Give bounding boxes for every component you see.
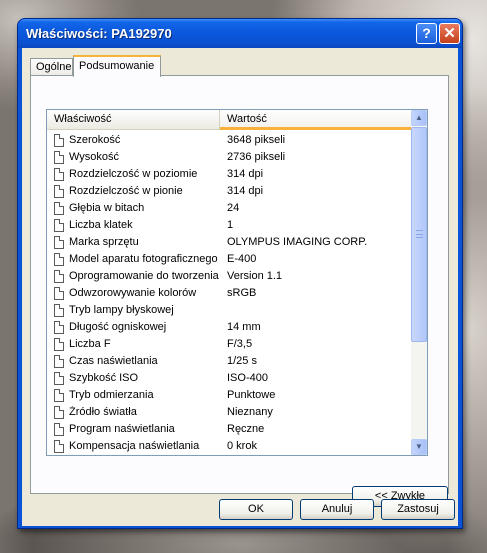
list-item[interactable] — [47, 455, 411, 456]
property-value: 14 mm — [227, 321, 261, 333]
property-name: Wysokość — [69, 151, 120, 163]
property-name: Odwzorowywanie kolorów — [69, 287, 197, 299]
document-icon — [54, 202, 64, 215]
scroll-down-button[interactable]: ▼ — [411, 439, 427, 455]
document-icon — [54, 168, 64, 181]
cancel-button[interactable]: Anuluj — [300, 499, 374, 520]
property-value: E-400 — [227, 253, 257, 265]
property-value: 24 — [227, 202, 240, 214]
list-item[interactable]: Odwzorowywanie kolorów sRGB — [47, 285, 411, 302]
property-value: 314 dpi — [227, 168, 264, 180]
list-item[interactable]: Tryb lampy błyskowej — [47, 302, 411, 319]
list-item[interactable]: Źródło światła Nieznany — [47, 404, 411, 421]
list-item[interactable]: Kompensacja naświetlania 0 krok — [47, 438, 411, 455]
list-item[interactable]: Szerokość 3648 pikseli — [47, 132, 411, 149]
list-item[interactable]: Model aparatu fotograficznego E-400 — [47, 251, 411, 268]
list-header: Właściwość Wartość — [47, 110, 411, 130]
document-icon — [54, 389, 64, 402]
property-name: Marka sprzętu — [69, 236, 139, 248]
scroll-up-button[interactable]: ▲ — [411, 110, 427, 126]
property-value: Nieznany — [227, 406, 273, 418]
property-name: Długość ogniskowej — [69, 321, 167, 333]
list-item[interactable]: Rozdzielczość w pionie 314 dpi — [47, 183, 411, 200]
document-icon — [54, 151, 64, 164]
document-icon — [54, 185, 64, 198]
tab-summary[interactable]: Podsumowanie — [73, 55, 161, 77]
document-icon — [54, 440, 64, 453]
property-value: 3648 pikseli — [227, 134, 286, 146]
property-value: 1 — [227, 219, 234, 231]
property-name: Kompensacja naświetlania — [69, 440, 200, 452]
document-icon — [54, 270, 64, 283]
property-name: Głębia w bitach — [69, 202, 145, 214]
document-icon — [54, 321, 64, 334]
property-value: F/3,5 — [227, 338, 253, 350]
document-icon — [54, 338, 64, 351]
property-value: Punktowe — [227, 389, 276, 401]
property-value: OLYMPUS IMAGING CORP. — [227, 236, 368, 248]
document-icon — [54, 355, 64, 368]
property-value: 2736 pikseli — [227, 151, 286, 163]
document-icon — [54, 372, 64, 385]
property-name: Tryb odmierzania — [69, 389, 154, 401]
property-name: Rozdzielczość w pionie — [69, 185, 183, 197]
property-name: Oprogramowanie do tworzenia — [69, 270, 219, 282]
dialog-client: Ogólne Podsumowanie Właściwość Wartość S… — [22, 48, 458, 526]
property-value: 1/25 s — [227, 355, 257, 367]
property-value: Version 1.1 — [227, 270, 283, 282]
property-value: 0 krok — [227, 440, 257, 452]
property-name: Program naświetlania — [69, 423, 175, 435]
document-icon — [54, 423, 64, 436]
list-item[interactable]: Rozdzielczość w poziomie 314 dpi — [47, 166, 411, 183]
apply-button[interactable]: Zastosuj — [381, 499, 455, 520]
ok-button[interactable]: OK — [219, 499, 293, 520]
tab-general[interactable]: Ogólne — [30, 58, 73, 76]
property-name: Tryb lampy błyskowej — [69, 304, 174, 316]
property-value: 314 dpi — [227, 185, 264, 197]
list-item[interactable]: Marka sprzętu OLYMPUS IMAGING CORP. — [47, 234, 411, 251]
document-icon — [54, 287, 64, 300]
properties-list[interactable]: Właściwość Wartość Szerokość 3648 pikseli… — [46, 109, 428, 456]
property-name: Szerokość — [69, 134, 121, 146]
document-icon — [54, 253, 64, 266]
properties-dialog: Właściwości: PA192970 ? ✕ Ogólne Podsumo… — [17, 18, 463, 529]
window-title: Właściwości: PA192970 — [26, 26, 172, 41]
list-item[interactable]: Liczba F F/3,5 — [47, 336, 411, 353]
list-item[interactable]: Głębia w bitach 24 — [47, 200, 411, 217]
list-item[interactable]: Czas naświetlania 1/25 s — [47, 353, 411, 370]
property-name: Rozdzielczość w poziomie — [69, 168, 198, 180]
tab-panel-summary: Właściwość Wartość Szerokość 3648 pikseli… — [30, 75, 449, 507]
help-button[interactable]: ? — [416, 23, 437, 44]
property-name: Szybkość ISO — [69, 372, 139, 384]
property-name: Liczba F — [69, 338, 111, 350]
document-icon — [54, 406, 64, 419]
property-name: Źródło światła — [69, 406, 137, 418]
document-icon — [54, 304, 64, 317]
column-header-property[interactable]: Właściwość — [47, 110, 220, 130]
list-item[interactable]: Wysokość 2736 pikseli — [47, 149, 411, 166]
document-icon — [54, 219, 64, 232]
property-value: ISO-400 — [227, 372, 268, 384]
list-item[interactable]: Program naświetlania Ręczne — [47, 421, 411, 438]
property-value: sRGB — [227, 287, 257, 299]
property-name: Czas naświetlania — [69, 355, 158, 367]
list-item[interactable]: Liczba klatek 1 — [47, 217, 411, 234]
list-item[interactable]: Szybkość ISO ISO-400 — [47, 370, 411, 387]
list-item[interactable]: Tryb odmierzania Punktowe — [47, 387, 411, 404]
property-name: Liczba klatek — [69, 219, 133, 231]
column-header-value[interactable]: Wartość — [220, 110, 411, 130]
property-value: Ręczne — [227, 423, 265, 435]
vertical-scrollbar[interactable]: ▲ ▼ — [411, 110, 427, 455]
title-bar[interactable]: Właściwości: PA192970 ? ✕ — [18, 19, 462, 48]
list-item[interactable]: Oprogramowanie do tworzenia Version 1.1 — [47, 268, 411, 285]
grip-icon — [416, 230, 423, 238]
scroll-thumb[interactable] — [411, 127, 427, 342]
close-button[interactable]: ✕ — [439, 23, 460, 44]
document-icon — [54, 236, 64, 249]
document-icon — [54, 134, 64, 147]
list-rows: Szerokość 3648 pikseli Wysokość 2736 piksel… — [47, 132, 411, 456]
property-name: Model aparatu fotograficznego — [69, 253, 218, 265]
list-item[interactable]: Długość ogniskowej 14 mm — [47, 319, 411, 336]
